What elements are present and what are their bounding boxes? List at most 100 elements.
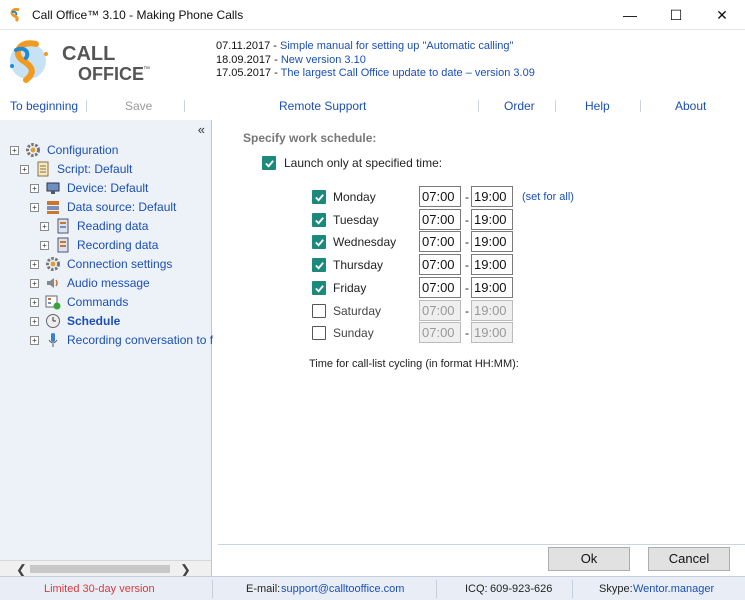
collapse-panel-icon[interactable]: «: [198, 122, 205, 137]
tuesday-to-input[interactable]: 19:00: [471, 209, 513, 230]
expand-icon[interactable]: +: [40, 221, 49, 231]
icq-label: ICQ:: [465, 583, 488, 595]
day-name: Sunday: [333, 326, 374, 340]
sunday-from-input[interactable]: 07:00: [419, 322, 461, 343]
status-bar: Limited 30-day version E-mail: support@c…: [0, 576, 745, 600]
remote-support-link[interactable]: Remote Support: [279, 99, 366, 113]
expand-icon[interactable]: +: [30, 278, 39, 288]
maximize-button[interactable]: ☐: [653, 0, 699, 30]
news-item: 18.09.2017 - New version 3.10: [216, 53, 366, 66]
logo-trademark: ™: [143, 66, 150, 73]
launch-only-label: Launch only at specified time:: [284, 156, 443, 170]
tree-item-recording-data[interactable]: + Recording data: [40, 236, 158, 254]
launch-only-checkbox[interactable]: [262, 156, 276, 170]
skype-link[interactable]: Wentor.manager: [633, 583, 714, 595]
day-name: Friday: [333, 281, 367, 295]
sunday-checkbox[interactable]: [312, 326, 326, 340]
expand-icon[interactable]: +: [20, 164, 29, 174]
expand-icon[interactable]: +: [30, 316, 39, 326]
launch-only-option[interactable]: Launch only at specified time:: [262, 156, 442, 170]
day-row-monday: Monday 07:00 - 19:00 (set for all): [312, 186, 574, 208]
wednesday-to-input[interactable]: 19:00: [471, 231, 513, 252]
day-name: Thursday: [333, 258, 384, 272]
tree-item-reading-data[interactable]: + Reading data: [40, 217, 148, 235]
saturday-checkbox[interactable]: [312, 304, 326, 318]
set-for-all-link[interactable]: (set for all): [522, 191, 574, 203]
navigation-tree: « + Configuration + Script: Default + De…: [0, 120, 213, 577]
help-link[interactable]: Help: [585, 99, 610, 113]
tree-item-configuration[interactable]: + Configuration: [10, 141, 118, 159]
schedule-title: Specify work schedule:: [243, 131, 377, 145]
day-row-thursday: Thursday 07:00 - 19:00: [312, 254, 513, 276]
day-name: Monday: [333, 190, 376, 204]
minimize-button[interactable]: —: [607, 0, 653, 30]
day-row-friday: Friday 07:00 - 19:00: [312, 277, 513, 299]
news-link[interactable]: Simple manual for setting up "Automatic …: [280, 40, 513, 52]
expand-icon[interactable]: +: [30, 202, 39, 212]
expand-icon[interactable]: +: [30, 183, 39, 193]
order-link[interactable]: Order: [504, 99, 535, 113]
saturday-from-input[interactable]: 07:00: [419, 300, 461, 321]
tree-item-data-source[interactable]: + Data source: Default: [30, 198, 176, 216]
friday-checkbox[interactable]: [312, 281, 326, 295]
connection-gear-icon: [46, 257, 60, 271]
tuesday-checkbox[interactable]: [312, 213, 326, 227]
thursday-to-input[interactable]: 19:00: [471, 254, 513, 275]
reading-data-icon: [57, 218, 69, 234]
clock-icon: [46, 314, 60, 328]
save-link[interactable]: Save: [125, 99, 152, 113]
day-name: Saturday: [333, 304, 382, 318]
tuesday-from-input[interactable]: 07:00: [419, 209, 461, 230]
sunday-to-input[interactable]: 19:00: [471, 322, 513, 343]
app-logo-icon: [10, 7, 20, 22]
expand-icon[interactable]: +: [40, 240, 49, 250]
tree-item-commands[interactable]: + Commands: [30, 293, 128, 311]
limited-version-link[interactable]: Limited 30-day version: [44, 583, 155, 595]
wednesday-from-input[interactable]: 07:00: [419, 231, 461, 252]
tree-item-audio-message[interactable]: + Audio message: [30, 274, 150, 292]
thursday-from-input[interactable]: 07:00: [419, 254, 461, 275]
tree-item-script[interactable]: + Script: Default: [20, 160, 132, 178]
news-item: 17.05.2017 - The largest Call Office upd…: [216, 67, 535, 79]
news-link[interactable]: The largest Call Office update to date –…: [281, 67, 535, 79]
saturday-to-input[interactable]: 19:00: [471, 300, 513, 321]
close-button[interactable]: ✕: [699, 0, 745, 30]
window-title: Call Office™ 3.10 - Making Phone Calls: [32, 7, 244, 22]
script-icon: [37, 161, 49, 177]
wednesday-checkbox[interactable]: [312, 235, 326, 249]
call-office-logo: CALL OFFICE ™: [10, 40, 150, 84]
monday-checkbox[interactable]: [312, 190, 326, 204]
skype-label: Skype:: [599, 583, 633, 595]
cycling-label: Time for call-list cycling (in format HH…: [309, 358, 519, 370]
schedule-panel: Specify work schedule: Launch only at sp…: [218, 120, 745, 576]
cancel-button[interactable]: Cancel: [648, 547, 730, 571]
ok-button[interactable]: Ok: [548, 547, 630, 571]
scroll-thumb[interactable]: [30, 565, 170, 573]
monday-to-input[interactable]: 19:00: [471, 186, 513, 207]
friday-to-input[interactable]: 19:00: [471, 277, 513, 298]
day-row-saturday: Saturday 07:00 - 19:00: [312, 300, 513, 322]
to-beginning-link[interactable]: To beginning: [10, 99, 78, 113]
expand-icon[interactable]: +: [30, 297, 39, 307]
title-bar: Call Office™ 3.10 - Making Phone Calls —…: [0, 0, 745, 30]
expand-icon[interactable]: +: [30, 335, 39, 345]
speaker-icon: [47, 278, 58, 288]
header: CALL OFFICE ™ 07.11.2017 - Simple manual…: [0, 30, 745, 90]
database-icon: [47, 201, 59, 214]
monday-from-input[interactable]: 07:00: [419, 186, 461, 207]
thursday-checkbox[interactable]: [312, 258, 326, 272]
news-link[interactable]: New version 3.10: [281, 54, 366, 66]
email-link[interactable]: support@calltooffice.com: [281, 583, 404, 595]
tree-horizontal-scrollbar[interactable]: ❮ ❯: [0, 560, 211, 577]
tree-item-recording-conversation[interactable]: + Recording conversation to f: [30, 331, 213, 349]
friday-from-input[interactable]: 07:00: [419, 277, 461, 298]
tree-item-schedule[interactable]: + Schedule: [30, 312, 120, 330]
about-link[interactable]: About: [675, 99, 706, 113]
gear-icon: [26, 143, 40, 157]
email-label: E-mail:: [246, 583, 281, 595]
tree-item-device[interactable]: + Device: Default: [30, 179, 148, 197]
logo-line1: CALL: [62, 43, 115, 65]
expand-icon[interactable]: +: [10, 145, 19, 155]
expand-icon[interactable]: +: [30, 259, 39, 269]
tree-item-connection-settings[interactable]: + Connection settings: [30, 255, 172, 273]
